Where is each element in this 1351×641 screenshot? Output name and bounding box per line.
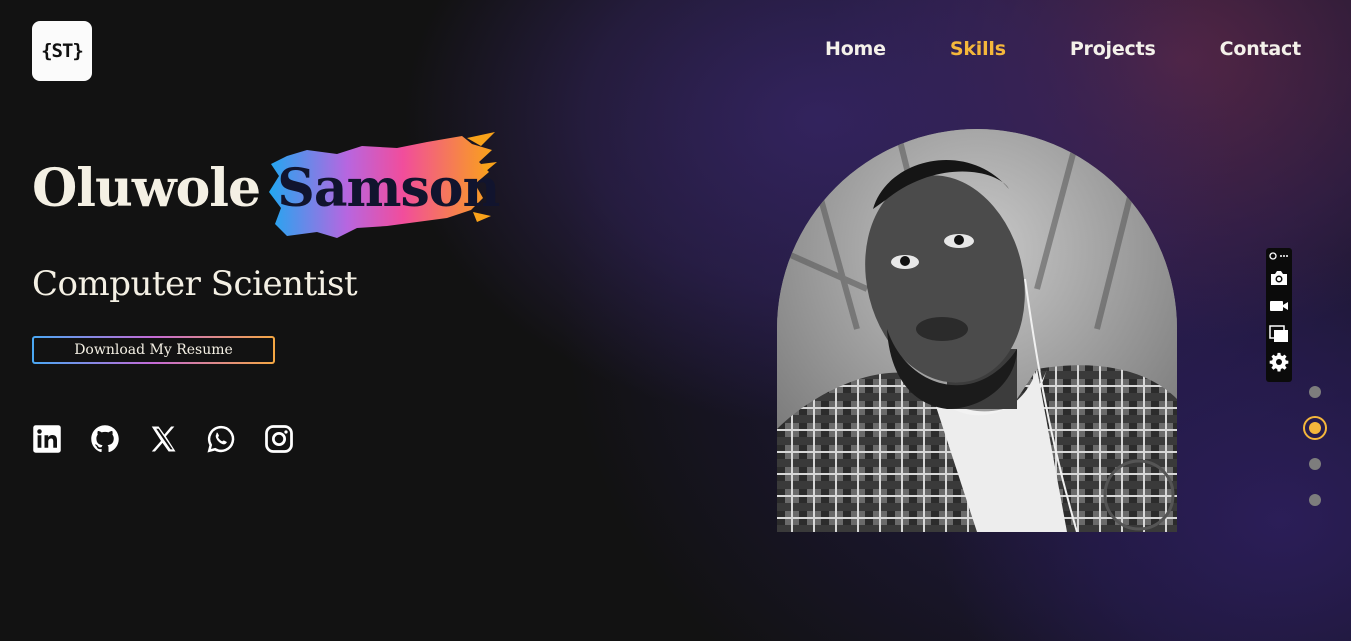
hero-name: Oluwole Samson (32, 132, 500, 238)
logo-text: {ST} (41, 40, 84, 62)
x-twitter-icon[interactable] (148, 424, 178, 454)
download-resume-button[interactable]: Download My Resume (32, 336, 275, 364)
main-nav: Home Skills Projects Contact (825, 38, 1301, 60)
nav-contact[interactable]: Contact (1220, 38, 1302, 60)
pagination-dot-1[interactable] (1309, 386, 1321, 398)
pin-icon[interactable] (1268, 251, 1290, 261)
instagram-icon[interactable] (264, 424, 294, 454)
site-logo[interactable]: {ST} (32, 21, 92, 81)
job-title: Computer Scientist (32, 264, 358, 304)
nav-skills[interactable]: Skills (950, 38, 1006, 60)
nav-projects[interactable]: Projects (1070, 38, 1156, 60)
github-icon[interactable] (90, 424, 120, 454)
whatsapp-icon[interactable] (206, 424, 236, 454)
social-links (32, 424, 294, 454)
gear-icon[interactable] (1268, 351, 1290, 373)
nav-home[interactable]: Home (825, 38, 886, 60)
pagination-dot-3[interactable] (1309, 458, 1321, 470)
pagination-dot-4[interactable] (1309, 494, 1321, 506)
camera-icon[interactable] (1268, 267, 1290, 289)
portrait-photo (777, 129, 1177, 532)
last-name: Samson (277, 158, 500, 219)
first-name: Oluwole (32, 158, 261, 219)
windows-icon[interactable] (1268, 323, 1290, 345)
profile-portrait (777, 129, 1177, 532)
surname-highlight: Samson (269, 132, 500, 238)
linkedin-icon[interactable] (32, 424, 62, 454)
capture-toolbar (1266, 248, 1292, 382)
pagination-dot-2-active[interactable] (1303, 416, 1327, 440)
video-camera-icon[interactable] (1268, 295, 1290, 317)
